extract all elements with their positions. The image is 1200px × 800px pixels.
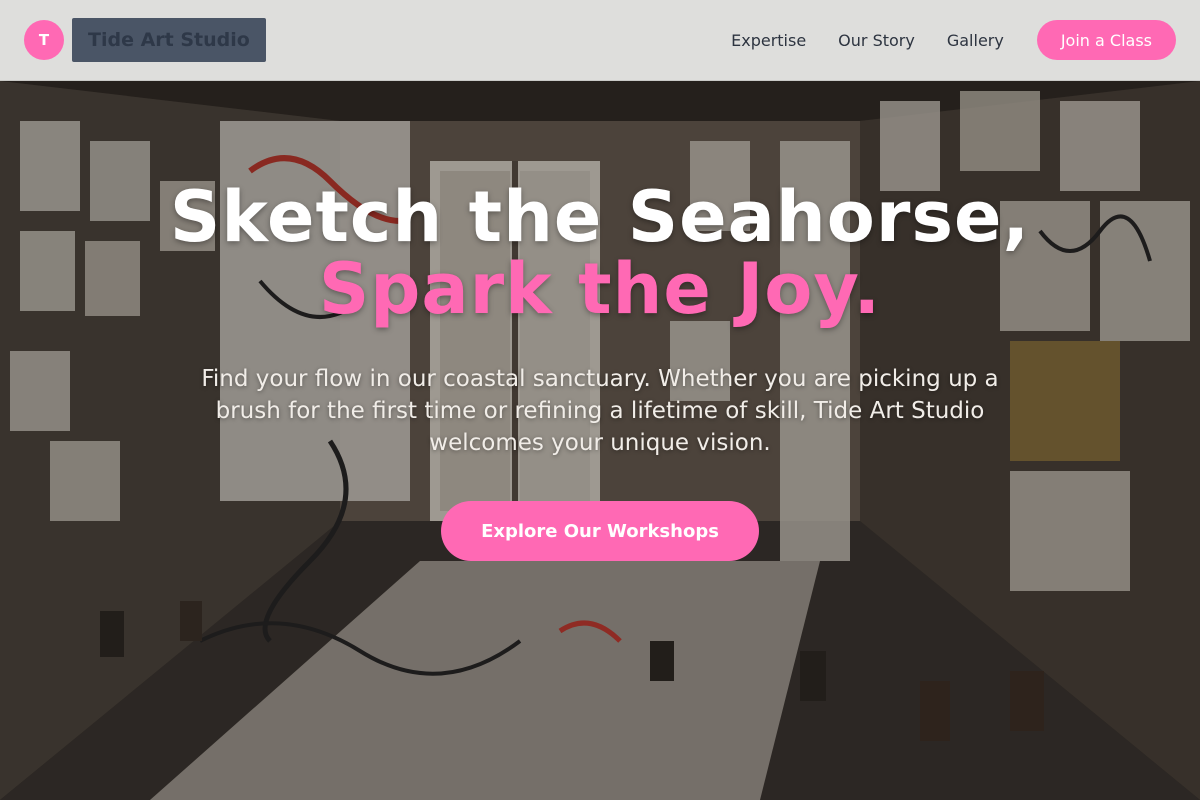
- main-nav: Expertise Our Story Gallery Join a Class: [731, 20, 1176, 60]
- headline-accent: Spark the Joy.: [318, 248, 882, 330]
- logo-badge[interactable]: T: [24, 20, 64, 60]
- nav-link-expertise[interactable]: Expertise: [731, 31, 806, 50]
- hero-content: Sketch the Seahorse, Spark the Joy. Find…: [0, 181, 1200, 561]
- brand-name[interactable]: Tide Art Studio: [72, 18, 266, 62]
- site-header: T Tide Art Studio Expertise Our Story Ga…: [0, 0, 1200, 81]
- explore-workshops-button[interactable]: Explore Our Workshops: [441, 501, 759, 561]
- hero-subheading: Find your flow in our coastal sanctuary.…: [201, 366, 999, 456]
- hero-headline: Sketch the Seahorse, Spark the Joy.: [160, 181, 1040, 325]
- nav-link-gallery[interactable]: Gallery: [947, 31, 1004, 50]
- headline-main: Sketch the Seahorse,: [169, 176, 1031, 258]
- nav-link-our-story[interactable]: Our Story: [838, 31, 915, 50]
- join-class-button[interactable]: Join a Class: [1036, 20, 1176, 60]
- logo-initial: T: [38, 31, 50, 49]
